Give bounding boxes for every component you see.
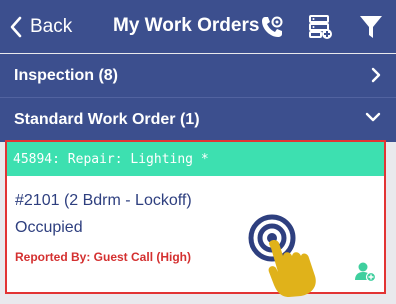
chevron-down-icon: [365, 112, 381, 122]
back-button[interactable]: Back: [10, 14, 72, 40]
app-header: Back My Work Orders: [0, 0, 396, 53]
chevron-left-icon: [10, 16, 22, 38]
phone-settings-icon[interactable]: [257, 12, 287, 42]
filter-icon[interactable]: [356, 12, 386, 42]
unit-label: #2101 (2 Bdrm - Lockoff): [15, 192, 192, 209]
section-label: Standard Work Order (1): [14, 111, 200, 128]
assign-user-icon[interactable]: [354, 261, 377, 288]
work-order-summary: 45894: Repair: Lighting *: [7, 142, 384, 176]
section-standard-work-order[interactable]: Standard Work Order (1): [0, 97, 396, 142]
occupancy-status: Occupied: [15, 219, 83, 236]
back-label: Back: [30, 16, 73, 37]
server-add-icon[interactable]: [305, 12, 335, 42]
section-inspection[interactable]: Inspection (8): [0, 54, 396, 98]
reported-by: Reported By: Guest Call (High): [15, 250, 192, 264]
work-order-card[interactable]: 45894: Repair: Lighting * #2101 (2 Bdrm …: [5, 140, 386, 294]
page-title: My Work Orders: [113, 15, 260, 36]
chevron-right-icon: [371, 67, 381, 83]
section-label: Inspection (8): [14, 67, 119, 84]
